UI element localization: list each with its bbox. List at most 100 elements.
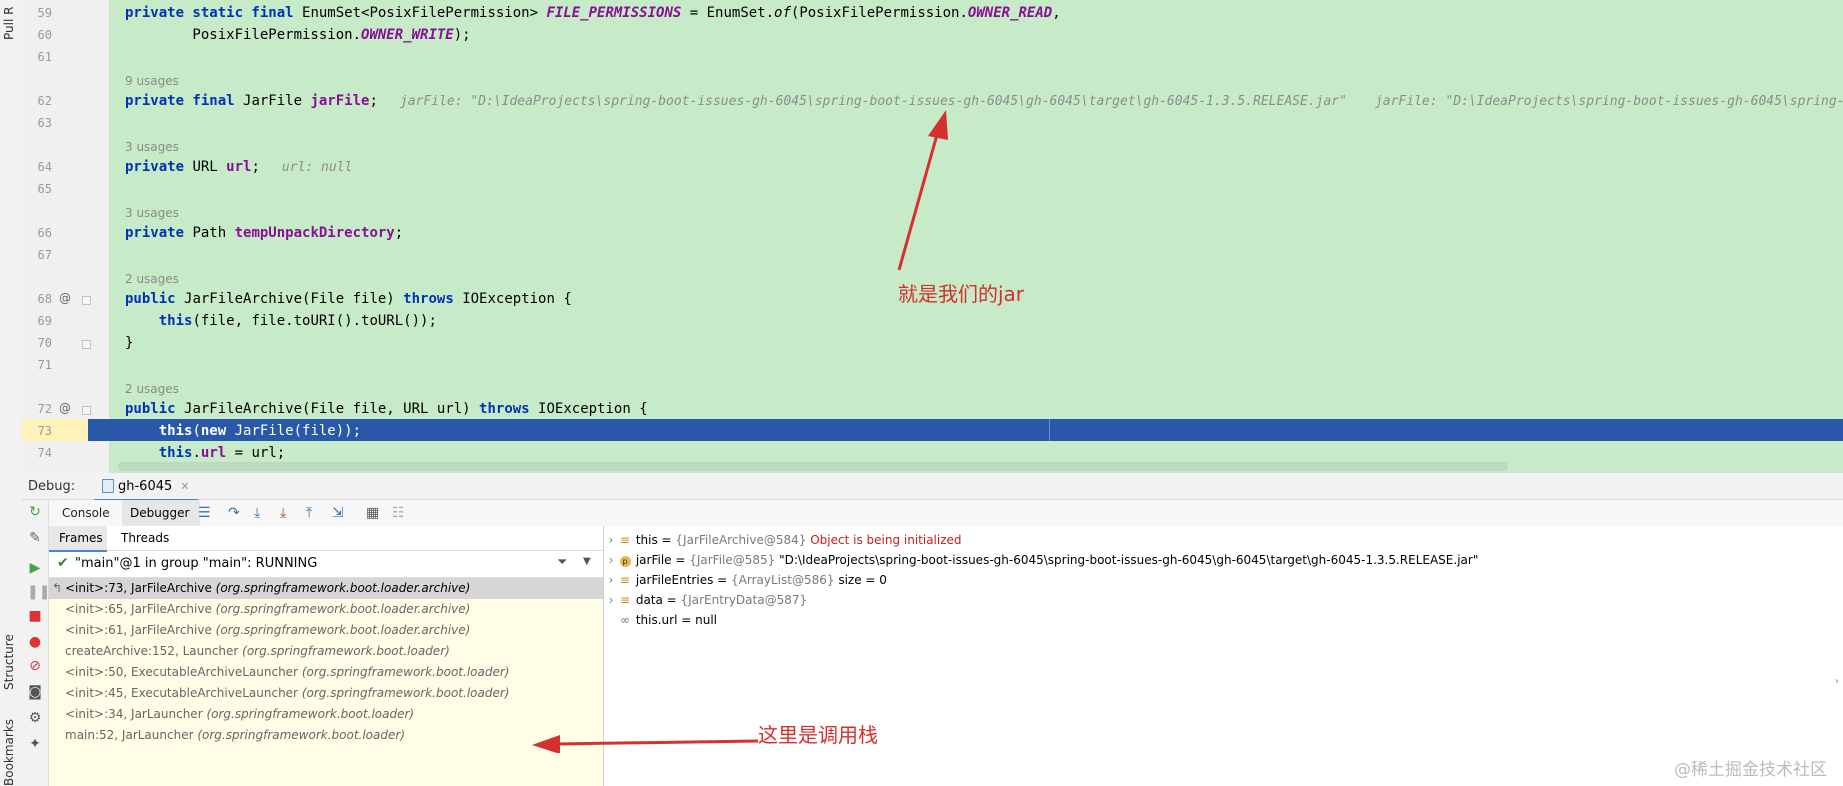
fold-toggle-icon[interactable] [82, 340, 91, 349]
pin-icon[interactable]: ✦ [27, 736, 43, 752]
inline-value-hint: jarFile: "D:\IdeaProjects\spring-boot-is… [1374, 94, 1843, 109]
frame-list: ↰ <init>:73, JarFileArchive (org.springfr… [49, 578, 603, 786]
variable-equals: = [662, 593, 681, 607]
pull-requests-tab[interactable]: Pull R [2, 7, 16, 40]
code-line-72: public JarFileArchive(File file, URL url… [125, 401, 648, 417]
step-out-icon[interactable]: ⤒ [306, 505, 312, 521]
frame-method: <init>:65, JarFileArchive [65, 602, 216, 616]
code-token: private [125, 159, 193, 175]
line-number: 59 [37, 6, 52, 20]
view-breakpoints-icon[interactable]: ● [27, 634, 43, 650]
line-number: 72 [37, 402, 52, 416]
code-token: IOException { [462, 291, 572, 307]
evaluate-expression-icon[interactable]: ▦ [366, 505, 379, 521]
frame-row[interactable]: <init>:50, ExecutableArchiveLauncher (or… [49, 662, 619, 683]
code-line-64: private URL url; url: null [125, 159, 352, 175]
expand-chevron-icon[interactable]: › [604, 590, 618, 610]
variable-equals: = [657, 533, 676, 547]
variable-name: this.url [635, 613, 678, 627]
mute-breakpoints-icon[interactable]: ⊘ [27, 658, 43, 674]
frame-location: (org.springframework.boot.loader.archive… [215, 581, 471, 595]
protected-field-icon: p [618, 550, 632, 570]
code-token: OWNER_WRITE [361, 27, 454, 43]
tab-threads[interactable]: Threads [121, 531, 169, 545]
debug-session-tab[interactable]: gh-6045 ✕ [94, 473, 198, 501]
tab-frames[interactable]: Frames [49, 526, 107, 552]
frames-pane: Frames Threads ✔ "main"@1 in group "main… [49, 526, 604, 786]
bookmarks-tab[interactable]: Bookmarks [2, 719, 16, 786]
filter-icon[interactable]: ⏷ [557, 555, 567, 570]
expand-chevron-icon[interactable]: › [604, 570, 618, 590]
usages-hint[interactable]: 3 usages [125, 140, 179, 154]
code-token: JarFile [243, 93, 311, 109]
fold-toggle-icon[interactable] [82, 406, 91, 415]
usages-hint[interactable]: 2 usages [125, 272, 179, 286]
frame-row[interactable]: <init>:65, JarFileArchive (org.springfra… [49, 599, 619, 620]
rerun-icon[interactable]: ↻ [27, 504, 43, 520]
field-icon: ≡ [619, 573, 631, 587]
thread-selector[interactable]: ✔ "main"@1 in group "main": RUNNING ⏷ ▼ [49, 551, 603, 578]
tab-debugger[interactable]: Debugger [122, 500, 200, 528]
line-number: 66 [37, 226, 52, 240]
tab-console[interactable]: Console [62, 506, 110, 520]
run-to-cursor-icon[interactable]: ⇲ [332, 505, 344, 521]
jar-annotation: 就是我们的jar [898, 282, 1025, 306]
variable-row[interactable]: › p jarFile = {JarFile@585} "D:\IdeaProje… [604, 550, 1478, 570]
code-token: (PosixFilePermission. [790, 5, 968, 21]
tab-frames-label: Frames [59, 531, 103, 545]
code-token: ; [251, 159, 260, 175]
chevron-down-icon[interactable]: ▼ [583, 556, 591, 567]
horizontal-scrollbar[interactable] [118, 462, 1508, 471]
usages-hint[interactable]: 2 usages [125, 382, 179, 396]
layout-menu-icon[interactable]: ☰ [198, 505, 211, 521]
code-token: (file, file.toURI().toURL()); [192, 313, 437, 329]
expand-chevron-icon[interactable]: › [604, 550, 618, 570]
code-line-62: private final JarFile jarFile; jarFile: "… [125, 93, 1843, 109]
resume-icon[interactable]: ▶ [27, 560, 43, 576]
fold-toggle-icon[interactable] [82, 296, 91, 305]
variable-row[interactable]: › ≡ jarFileEntries = {ArrayList@586} size… [604, 570, 887, 590]
code-token: , [1052, 5, 1061, 21]
trace-icon[interactable]: ☷ [392, 505, 405, 521]
chevron-right-icon[interactable]: › [1835, 676, 1839, 687]
variable-row[interactable]: › ≡ data = {JarEntryData@587} [604, 590, 808, 610]
usages-hint[interactable]: 3 usages [125, 206, 179, 220]
code-token: ; [369, 93, 378, 109]
code-token: ); [453, 27, 471, 43]
step-over-icon[interactable]: ↷ [228, 505, 240, 521]
session-tab-label: gh-6045 [118, 478, 173, 494]
frame-row[interactable]: createArchive:152, Launcher (org.springf… [49, 641, 619, 662]
gear-icon[interactable]: ⚙ [27, 710, 43, 726]
override-marker-icon[interactable]: @ [59, 291, 71, 305]
variable-equals: = [671, 553, 690, 567]
stop-icon[interactable]: ■ [27, 608, 43, 624]
settings-wrench-icon[interactable]: ✎ [27, 530, 43, 546]
line-number: 63 [37, 116, 52, 130]
field-icon: ≡ [619, 533, 631, 547]
variable-row[interactable]: › ≡ this = {JarFileArchive@584} Object is… [604, 530, 962, 550]
right-margin-guide [1049, 419, 1050, 441]
code-token: JarFileArchive(File file) [184, 291, 404, 307]
variable-value: "D:\IdeaProjects\spring-boot-issues-gh-6… [779, 553, 1479, 567]
camera-icon[interactable]: ◙ [27, 684, 43, 700]
frame-row[interactable]: <init>:45, ExecutableArchiveLauncher (or… [49, 683, 619, 704]
line-number: 67 [37, 248, 52, 262]
close-icon[interactable]: ✕ [180, 480, 189, 493]
code-token: jarFile [310, 93, 370, 109]
frame-row[interactable]: <init>:34, JarLauncher (org.springframew… [49, 704, 619, 725]
code-token: JarFile(file)); [234, 423, 362, 439]
frame-row-selected[interactable]: ↰ <init>:73, JarFileArchive (org.springfr… [49, 578, 603, 599]
code-editor[interactable]: 59 60 61 62 63 64 65 66 67 68 69 70 71 7… [22, 0, 1843, 473]
frame-row[interactable]: <init>:61, JarFileArchive (org.springfra… [49, 620, 619, 641]
structure-tab[interactable]: Structure [2, 634, 16, 690]
thread-label: "main"@1 in group "main": RUNNING [75, 556, 318, 571]
return-icon: ↰ [51, 581, 63, 595]
code-token: ( [192, 423, 201, 439]
expand-chevron-icon[interactable]: › [604, 530, 618, 550]
force-step-into-icon[interactable]: ⤓ [280, 505, 286, 521]
override-marker-icon[interactable]: @ [59, 401, 71, 415]
pause-icon[interactable]: ❚❚ [27, 584, 50, 600]
step-into-icon[interactable]: ⤓ [254, 505, 260, 521]
usages-hint[interactable]: 9 usages [125, 74, 179, 88]
variable-row[interactable]: ∞ this.url = null [618, 610, 717, 630]
